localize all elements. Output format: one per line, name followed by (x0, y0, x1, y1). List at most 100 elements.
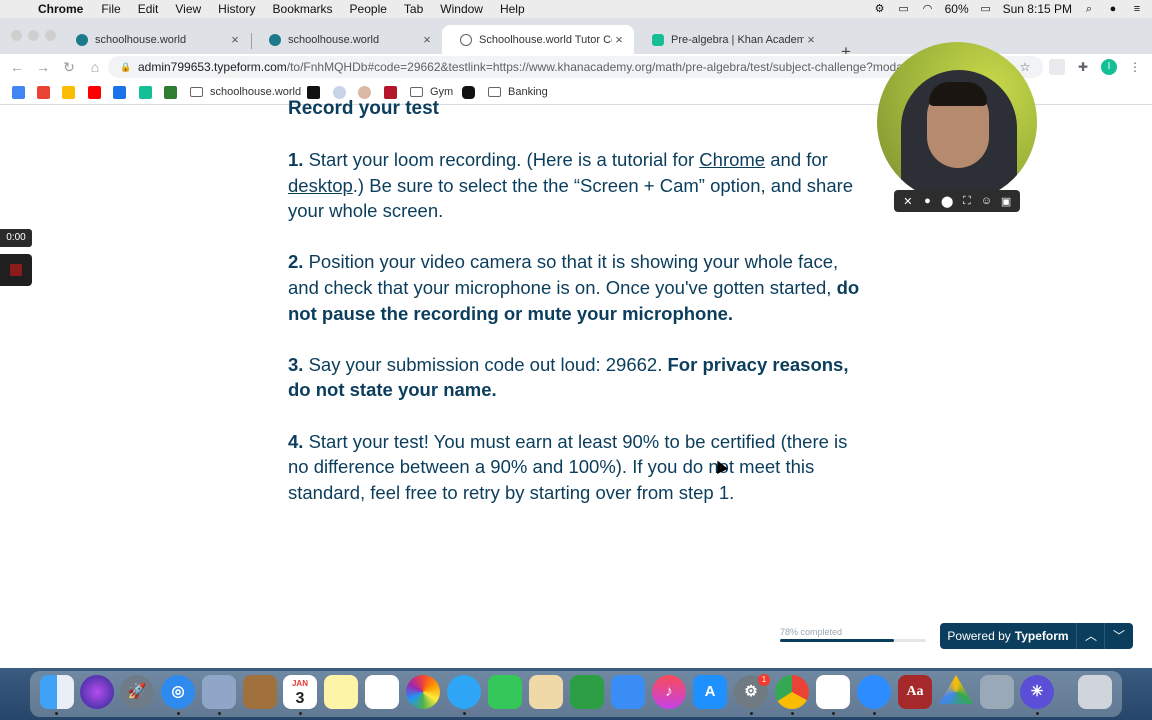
khan-academy-favicon-icon (652, 33, 664, 46)
loom-icon[interactable]: ✳ (1020, 675, 1054, 709)
close-icon[interactable]: × (612, 32, 626, 47)
fullscreen-icon[interactable]: ⛶ (960, 195, 974, 208)
close-icon[interactable]: × (804, 32, 818, 47)
window-minimize-button[interactable] (28, 30, 39, 41)
pages-icon[interactable] (529, 675, 563, 709)
dictionary-icon[interactable]: Aa (898, 675, 932, 709)
tab-tutor-certification[interactable]: Schoolhouse.world Tutor Certi × (442, 25, 634, 54)
chrome-icon[interactable] (775, 675, 809, 709)
step-text: Say your submission code out loud: 29662… (303, 353, 668, 375)
schoolhouse-favicon-icon (269, 33, 281, 46)
menu-tab[interactable]: Tab (404, 2, 423, 16)
lock-icon[interactable]: 🔒 (120, 62, 131, 73)
macos-menubar: Chrome File Edit View History Bookmarks … (0, 0, 1152, 18)
menu-bookmarks[interactable]: Bookmarks (273, 2, 333, 16)
safari-icon[interactable]: ◎ (161, 675, 195, 709)
close-icon[interactable]: × (420, 32, 434, 47)
desktop-tutorial-link[interactable]: desktop (288, 175, 353, 196)
small-bubble-icon[interactable]: ● (920, 195, 934, 207)
chevron-up-icon: ︿ (1084, 629, 1097, 643)
powered-by-typeform-button[interactable]: Powered by Typeform (940, 623, 1076, 649)
tab-schoolhouse-2[interactable]: schoolhouse.world × (251, 25, 442, 54)
messages-icon[interactable] (447, 675, 481, 709)
close-icon[interactable]: × (228, 32, 242, 47)
khan-academy-bookmark-icon[interactable] (139, 85, 152, 99)
running-indicator (873, 712, 876, 715)
profile-avatar[interactable]: I (1101, 59, 1117, 75)
photos-icon[interactable] (406, 675, 440, 709)
numbers-icon[interactable] (570, 675, 604, 709)
window-close-button[interactable] (11, 30, 22, 41)
spotlight-search-icon[interactable]: ⌕ (1082, 3, 1096, 15)
menu-chrome[interactable]: Chrome (38, 2, 83, 16)
extension-icon[interactable] (1049, 59, 1065, 75)
google-calendar-bookmark-icon[interactable] (113, 85, 126, 99)
gmail-bookmark-icon[interactable] (37, 85, 50, 99)
green-bookmark-icon[interactable] (164, 85, 177, 99)
bookmark-schoolhouse-folder[interactable]: schoolhouse.world (190, 85, 301, 99)
extensions-puzzle-icon[interactable]: ✚ (1075, 59, 1091, 75)
contacts-icon[interactable] (243, 675, 277, 709)
tab-khan-academy[interactable]: Pre-algebra | Khan Academy × (634, 25, 826, 54)
forward-arrow-icon[interactable]: → (34, 58, 52, 76)
app-store-icon[interactable]: A (693, 675, 727, 709)
page-title: Record your test (288, 98, 439, 119)
next-question-button[interactable]: ﹀ (1104, 623, 1133, 649)
reminders-icon[interactable] (365, 675, 399, 709)
progress-label: 78% completed (780, 627, 843, 637)
siri-icon[interactable]: ● (1106, 3, 1120, 15)
battery-icon[interactable]: ▭ (979, 3, 993, 15)
close-icon[interactable]: ✕ (901, 195, 915, 208)
menu-file[interactable]: File (101, 2, 120, 16)
menu-edit[interactable]: Edit (138, 2, 159, 16)
wifi-icon[interactable]: ◠ (921, 3, 935, 15)
battery-percent[interactable]: 60% (945, 2, 969, 16)
menu-window[interactable]: Window (440, 2, 483, 16)
powered-prefix: Powered by (947, 629, 1011, 643)
running-indicator (177, 712, 180, 715)
notes-icon[interactable] (324, 675, 358, 709)
slack-icon[interactable] (816, 675, 850, 709)
loom-camera-bubble[interactable] (877, 42, 1037, 202)
home-icon[interactable]: ⌂ (86, 58, 104, 76)
trash-icon[interactable] (1078, 675, 1112, 709)
preview-icon[interactable] (202, 675, 236, 709)
more-menu-icon[interactable]: ⋮ (1127, 59, 1143, 75)
airplay-icon[interactable]: ▭ (897, 3, 911, 15)
menu-view[interactable]: View (175, 2, 201, 16)
previous-question-button[interactable]: ︿ (1076, 623, 1105, 649)
siri-icon[interactable] (80, 675, 114, 709)
youtube-bookmark-icon[interactable] (88, 85, 101, 99)
facetime-icon[interactable] (488, 675, 522, 709)
music-icon[interactable]: ♪ (652, 675, 686, 709)
reload-icon[interactable]: ↻ (60, 58, 78, 76)
loom-stop-button[interactable] (0, 254, 32, 286)
loom-timer: 0:00 (0, 229, 32, 247)
menu-history[interactable]: History (218, 2, 255, 16)
finder-icon[interactable] (40, 675, 74, 709)
calendar-icon[interactable]: JAN 3 (283, 675, 317, 709)
gift-icon[interactable]: ▣ (999, 195, 1013, 208)
person-icon[interactable]: ☺ (979, 195, 993, 207)
menubar-clock[interactable]: Sun 8:15 PM (1003, 2, 1072, 16)
step-1: 1. Start your loom recording. (Here is a… (288, 147, 868, 224)
running-indicator (750, 712, 753, 715)
gear-icon[interactable]: ⚙ (873, 3, 887, 15)
notification-center-icon[interactable]: ≡ (1130, 3, 1144, 15)
chrome-tutorial-link[interactable]: Chrome (699, 149, 765, 170)
window-zoom-button[interactable] (45, 30, 56, 41)
calendar-day: 3 (295, 690, 305, 707)
menu-help[interactable]: Help (500, 2, 525, 16)
keynote-icon[interactable] (611, 675, 645, 709)
google-drive-bookmark-icon[interactable] (62, 85, 75, 99)
google-bookmark-icon[interactable] (12, 85, 25, 99)
back-arrow-icon[interactable]: ← (8, 58, 26, 76)
tab-schoolhouse-1[interactable]: schoolhouse.world × (58, 25, 250, 54)
menu-people[interactable]: People (350, 2, 387, 16)
calendar-month: JAN (291, 679, 308, 688)
launchpad-icon[interactable]: 🚀 (120, 675, 154, 709)
zoom-icon[interactable] (857, 675, 891, 709)
large-bubble-icon[interactable]: ⬤ (940, 195, 954, 208)
screenshot-utility-icon[interactable] (980, 675, 1014, 709)
step-number: 3. (288, 353, 304, 375)
